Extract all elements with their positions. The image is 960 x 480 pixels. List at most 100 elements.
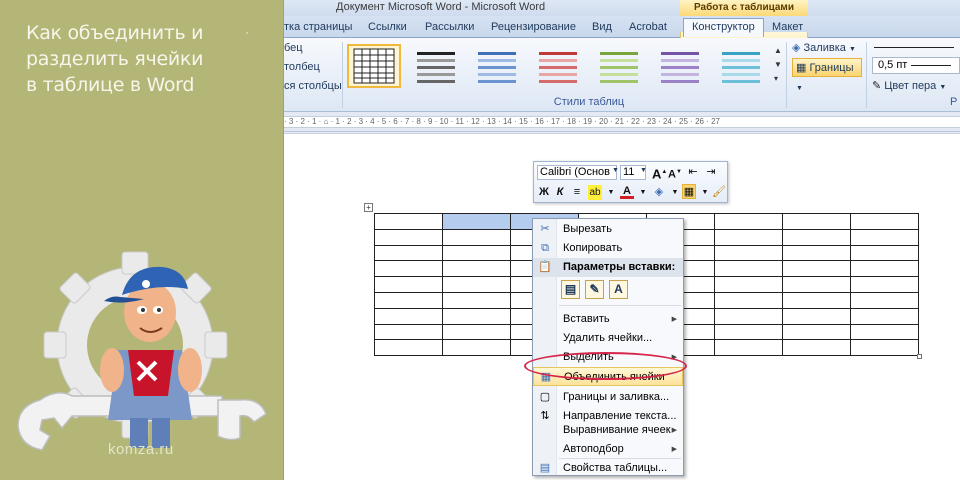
table-cell[interactable] <box>374 244 443 262</box>
ribbon-option-banded-columns[interactable]: ся столбцы <box>284 80 342 92</box>
table-cell[interactable] <box>782 228 851 246</box>
menu-item-copy[interactable]: ⧉ Копировать <box>533 239 683 258</box>
shrink-font-icon[interactable]: A▼ <box>668 165 682 181</box>
table-style-blue[interactable] <box>471 44 525 88</box>
pen-weight-select[interactable]: 0,5 пт <box>872 57 960 74</box>
table-cell[interactable] <box>782 244 851 262</box>
gallery-scroll-up-icon[interactable]: ▲ <box>774 46 782 55</box>
table-cell[interactable] <box>850 276 919 293</box>
tab-mailings[interactable]: Рассылки <box>425 19 474 38</box>
table-style-grid[interactable] <box>347 44 401 88</box>
table-cell[interactable] <box>782 213 851 230</box>
document-page[interactable]: + Calibri (Основ ▼ 11 ▼ A▲ A▼ ⇤ ⇥ Ж К ≡ … <box>284 133 960 480</box>
table-style-gray[interactable] <box>410 44 464 88</box>
tab-view[interactable]: Вид <box>592 19 612 38</box>
table-cell[interactable] <box>442 276 511 293</box>
table-cell[interactable] <box>782 291 851 309</box>
table-cell[interactable] <box>850 323 919 341</box>
grow-font-icon[interactable]: A▲ <box>652 165 667 181</box>
table-cell[interactable] <box>374 213 443 230</box>
menu-item-borders-shading[interactable]: ▢ Границы и заливка... <box>533 388 683 407</box>
table-cell[interactable] <box>374 323 443 341</box>
paste-text-only-icon[interactable]: A <box>609 280 628 299</box>
borders-button[interactable]: ▦ Границы ▼ <box>792 58 862 92</box>
chevron-down-icon[interactable]: ▼ <box>698 185 712 200</box>
paste-merge-formatting-icon[interactable]: ✎ <box>585 280 604 299</box>
table-cell[interactable] <box>850 291 919 309</box>
table-style-purple[interactable] <box>654 44 708 88</box>
tab-acrobat[interactable]: Acrobat <box>629 19 667 38</box>
table-cell[interactable] <box>442 323 511 341</box>
chevron-down-icon[interactable]: ▼ <box>668 185 682 200</box>
gallery-more-icon[interactable]: ▾ <box>774 74 778 83</box>
line-style-preview[interactable] <box>874 47 954 48</box>
table-style-red[interactable] <box>532 44 586 88</box>
menu-item-cut[interactable]: ✂ Вырезать <box>533 220 683 239</box>
table-cell[interactable] <box>714 307 783 325</box>
table-cell[interactable] <box>850 260 919 278</box>
tab-layout[interactable]: Макет <box>772 19 803 38</box>
table-cell[interactable] <box>714 228 783 246</box>
table-cell[interactable] <box>714 291 783 309</box>
table-cell[interactable] <box>442 291 511 309</box>
align-center-icon[interactable]: ≡ <box>570 185 584 200</box>
table-cell[interactable] <box>850 228 919 246</box>
menu-item-delete-cells[interactable]: Удалить ячейки... <box>533 329 683 348</box>
table-cell[interactable] <box>442 244 511 262</box>
ribbon-option-last-column[interactable]: толбец <box>284 61 320 73</box>
gallery-scroll-down-icon[interactable]: ▼ <box>774 60 782 69</box>
table-cell[interactable] <box>714 323 783 341</box>
table-cell[interactable] <box>850 307 919 325</box>
table-style-green[interactable] <box>593 44 647 88</box>
table-cell[interactable] <box>374 307 443 325</box>
paste-keep-formatting-icon[interactable]: ▤ <box>561 280 580 299</box>
table-cell[interactable] <box>714 260 783 278</box>
table-cell[interactable] <box>782 276 851 293</box>
table-cell[interactable] <box>442 260 511 278</box>
format-painter-icon[interactable]: 🖌 <box>712 185 726 200</box>
chevron-down-icon[interactable]: ▼ <box>636 185 650 200</box>
table-cell[interactable] <box>850 244 919 262</box>
table-cell[interactable] <box>442 339 511 357</box>
table-cell[interactable] <box>714 339 783 357</box>
table-cell[interactable] <box>714 244 783 262</box>
shading-icon[interactable]: ◈ <box>652 185 666 200</box>
tab-page-layout[interactable]: тка страницы <box>284 19 352 38</box>
table-cell[interactable] <box>374 276 443 293</box>
italic-button[interactable]: К <box>553 185 567 200</box>
table-cell[interactable] <box>442 307 511 325</box>
table-cell[interactable] <box>442 228 511 246</box>
table-style-teal[interactable] <box>715 44 769 88</box>
increase-indent-icon[interactable]: ⇥ <box>704 165 718 180</box>
menu-item-cell-alignment[interactable]: Выравнивание ячеек ▶ <box>533 421 683 440</box>
table-resize-handle[interactable] <box>917 354 922 359</box>
tab-references[interactable]: Ссылки <box>368 19 407 38</box>
horizontal-ruler[interactable]: · 3 · 2 · 1 · ⌂ · 1 · 2 · 3 · 4 · 5 · 6 … <box>284 112 960 132</box>
table-cell[interactable] <box>850 339 919 357</box>
bold-button[interactable]: Ж <box>537 185 551 200</box>
table-cell[interactable] <box>782 260 851 278</box>
tab-design[interactable]: Конструктор <box>683 18 764 37</box>
table-cell[interactable] <box>374 228 443 246</box>
font-color-icon[interactable]: A <box>620 185 634 199</box>
menu-item-insert[interactable]: Вставить ▶ <box>533 310 683 329</box>
pen-color-button[interactable]: ✎ Цвет пера ▼ <box>872 77 960 96</box>
table-cell[interactable] <box>782 323 851 341</box>
menu-item-table-properties[interactable]: ▤ Свойства таблицы... <box>533 459 683 478</box>
chevron-down-icon[interactable]: ▼ <box>604 185 618 200</box>
tab-review[interactable]: Рецензирование <box>491 19 576 38</box>
table-cell[interactable] <box>714 276 783 293</box>
menu-item-autofit[interactable]: Автоподбор ▶ <box>533 440 683 459</box>
table-cell[interactable] <box>374 291 443 309</box>
font-name-select[interactable]: Calibri (Основ <box>537 165 617 180</box>
decrease-indent-icon[interactable]: ⇤ <box>686 165 700 180</box>
table-cell[interactable] <box>850 213 919 230</box>
table-move-handle-icon[interactable]: + <box>364 203 373 212</box>
table-cell[interactable] <box>782 339 851 357</box>
table-cell[interactable] <box>374 260 443 278</box>
table-cell[interactable] <box>442 213 511 230</box>
ribbon-option-first-column[interactable]: бец <box>284 42 303 54</box>
borders-icon[interactable]: ▦ <box>682 184 696 199</box>
highlight-icon[interactable]: ab <box>588 185 602 200</box>
shading-button[interactable]: ◈ Заливка ▼ <box>792 39 862 58</box>
